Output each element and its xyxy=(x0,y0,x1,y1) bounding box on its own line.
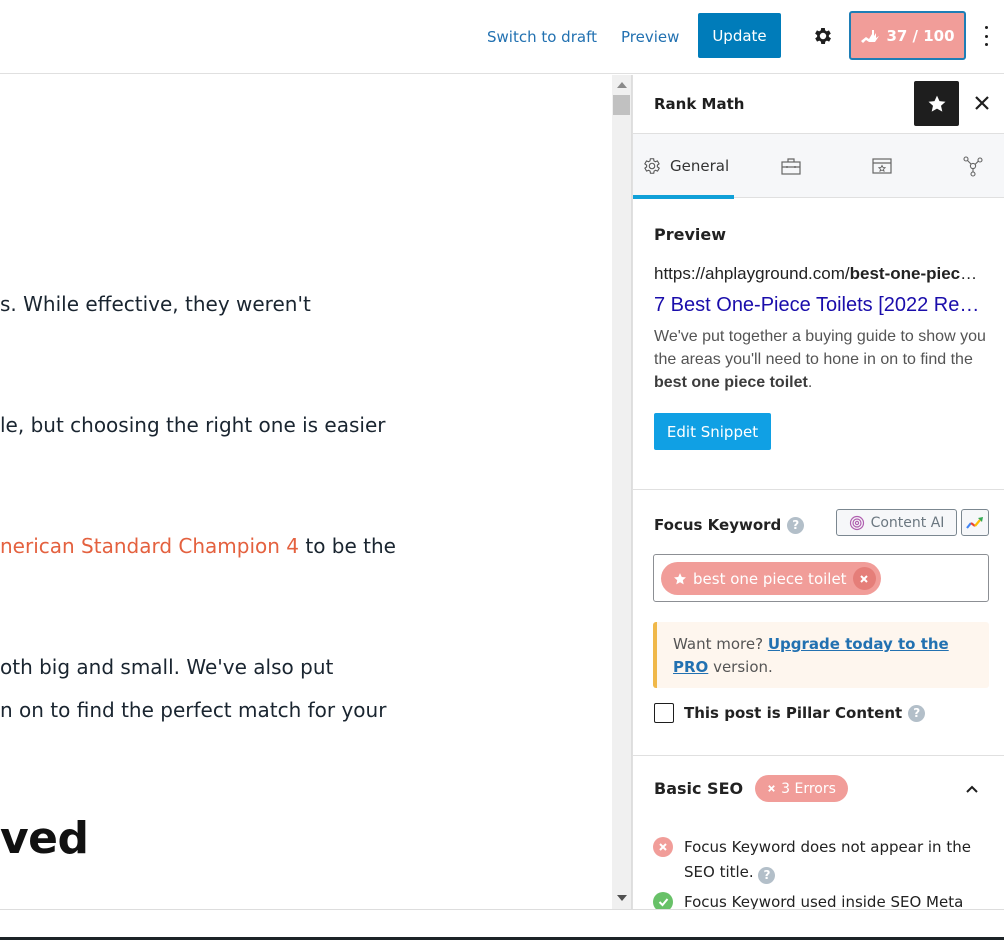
preview-label: Preview xyxy=(654,225,727,244)
paragraph-line[interactable]: oth big and small. We've also put xyxy=(0,655,333,679)
close-sidebar-button[interactable] xyxy=(971,92,993,114)
edit-snippet-button[interactable]: Edit Snippet xyxy=(654,413,771,450)
schema-browser-icon xyxy=(872,158,892,174)
seo-check-item: Focus Keyword used inside SEO Meta Descr… xyxy=(653,890,983,909)
editor-canvas[interactable]: s. While effective, they weren't le, but… xyxy=(0,75,612,909)
basic-seo-toggle[interactable]: Basic SEO 3 Errors xyxy=(654,775,848,802)
error-icon xyxy=(653,837,673,857)
trends-arrow-icon xyxy=(966,516,983,529)
help-icon[interactable]: ? xyxy=(787,516,805,534)
pin-sidebar-button[interactable] xyxy=(914,81,959,126)
keyword-tag[interactable]: best one piece toilet xyxy=(661,562,881,595)
seo-check-text: Focus Keyword used inside SEO Meta Descr… xyxy=(684,893,964,909)
snippet-preview-section: Preview https://ahplayground.com/best-on… xyxy=(633,198,1004,490)
pillar-content-checkbox[interactable] xyxy=(654,703,674,723)
upgrade-notice: Want more? Upgrade today to the PRO vers… xyxy=(653,622,989,688)
snippet-url: https://ahplayground.com/best-one-piece-… xyxy=(654,264,984,284)
snippet-description: We've put together a buying guide to sho… xyxy=(654,328,986,391)
gear-icon xyxy=(815,28,831,44)
tab-general[interactable]: General xyxy=(633,134,734,199)
snippet-title[interactable]: 7 Best One-Piece Toilets [2022 Reviews] xyxy=(654,294,984,317)
options-menu-button[interactable] xyxy=(978,24,994,48)
content-heading[interactable]: ved xyxy=(0,813,89,864)
seo-score-button[interactable]: 37 / 100 xyxy=(849,11,966,60)
basic-seo-section: Basic SEO 3 Errors Focus Keyword does no… xyxy=(633,756,1004,909)
rank-math-chart-icon xyxy=(861,29,880,43)
update-button[interactable]: Update xyxy=(698,13,781,58)
content-ai-fingerprint-icon xyxy=(849,515,864,530)
keyword-text: best one piece toilet xyxy=(693,569,847,588)
pillar-content-label[interactable]: This post is Pillar Content xyxy=(684,704,902,722)
star-icon xyxy=(928,95,945,112)
tab-social[interactable] xyxy=(962,134,984,198)
star-icon xyxy=(674,572,686,584)
tab-advanced[interactable] xyxy=(780,134,802,198)
check-icon xyxy=(653,892,673,909)
snippet-url-slug: best-one-piece-toilet/ xyxy=(849,264,984,283)
preview-button[interactable]: Preview xyxy=(621,28,679,46)
focus-keyword-section: Focus Keyword ? Content AI best one piec… xyxy=(633,490,1004,756)
editor-header: Switch to draft Preview Update 37 / 100 xyxy=(0,0,1004,74)
collapse-button[interactable] xyxy=(965,781,979,795)
editor-footer xyxy=(0,909,1004,940)
scroll-up-arrow-icon[interactable] xyxy=(617,82,627,88)
scrollbar-thumb[interactable] xyxy=(613,95,630,115)
content-ai-button[interactable]: Content AI xyxy=(836,509,957,536)
tab-schema[interactable] xyxy=(871,134,893,198)
basic-seo-title: Basic SEO xyxy=(654,779,744,798)
snippet-url-base: https://ahplayground.com/ xyxy=(654,264,850,283)
switch-to-draft-button[interactable]: Switch to draft xyxy=(487,28,597,46)
seo-check-text: Focus Keyword does not appear in the SEO… xyxy=(684,838,971,884)
errors-badge: 3 Errors xyxy=(755,775,848,802)
sidebar-tabs: General xyxy=(633,134,1004,199)
close-icon xyxy=(860,574,868,583)
close-icon xyxy=(768,785,775,792)
paragraph-line[interactable]: nerican Standard Champion 4 to be the xyxy=(0,534,396,558)
help-icon[interactable]: ? xyxy=(758,867,776,884)
sidebar-title: Rank Math xyxy=(654,95,745,113)
close-icon xyxy=(975,96,989,110)
paragraph-line[interactable]: le, but choosing the right one is easier xyxy=(0,413,386,437)
rank-math-sidebar: Rank Math General Preview https://ahplay… xyxy=(632,75,1004,909)
pillar-content-option: This post is Pillar Content ? xyxy=(654,703,926,723)
toolbox-icon xyxy=(781,158,801,175)
paragraph-text: to be the xyxy=(299,534,396,558)
help-icon[interactable]: ? xyxy=(908,704,926,722)
product-link[interactable]: nerican Standard Champion 4 xyxy=(0,534,299,558)
google-trends-button[interactable] xyxy=(961,509,989,536)
vertical-ellipsis-icon xyxy=(984,26,988,29)
tab-general-label: General xyxy=(670,157,730,175)
editor-scrollbar[interactable] xyxy=(612,75,632,909)
gear-icon xyxy=(644,158,660,174)
paragraph-line[interactable]: n on to find the perfect match for your xyxy=(0,698,386,722)
paragraph-line[interactable]: s. While effective, they weren't xyxy=(0,292,311,316)
remove-keyword-button[interactable] xyxy=(852,567,876,590)
social-share-icon xyxy=(963,156,983,177)
chevron-up-icon xyxy=(966,785,978,793)
focus-keyword-input[interactable]: best one piece toilet xyxy=(653,554,989,602)
focus-keyword-label: Focus Keyword ? xyxy=(654,516,805,534)
settings-button[interactable] xyxy=(812,25,834,47)
seo-check-item: Focus Keyword does not appear in the SEO… xyxy=(653,835,983,885)
sidebar-header: Rank Math xyxy=(633,75,1004,134)
seo-score-value: 37 / 100 xyxy=(886,26,955,45)
scroll-down-arrow-icon[interactable] xyxy=(617,895,627,901)
